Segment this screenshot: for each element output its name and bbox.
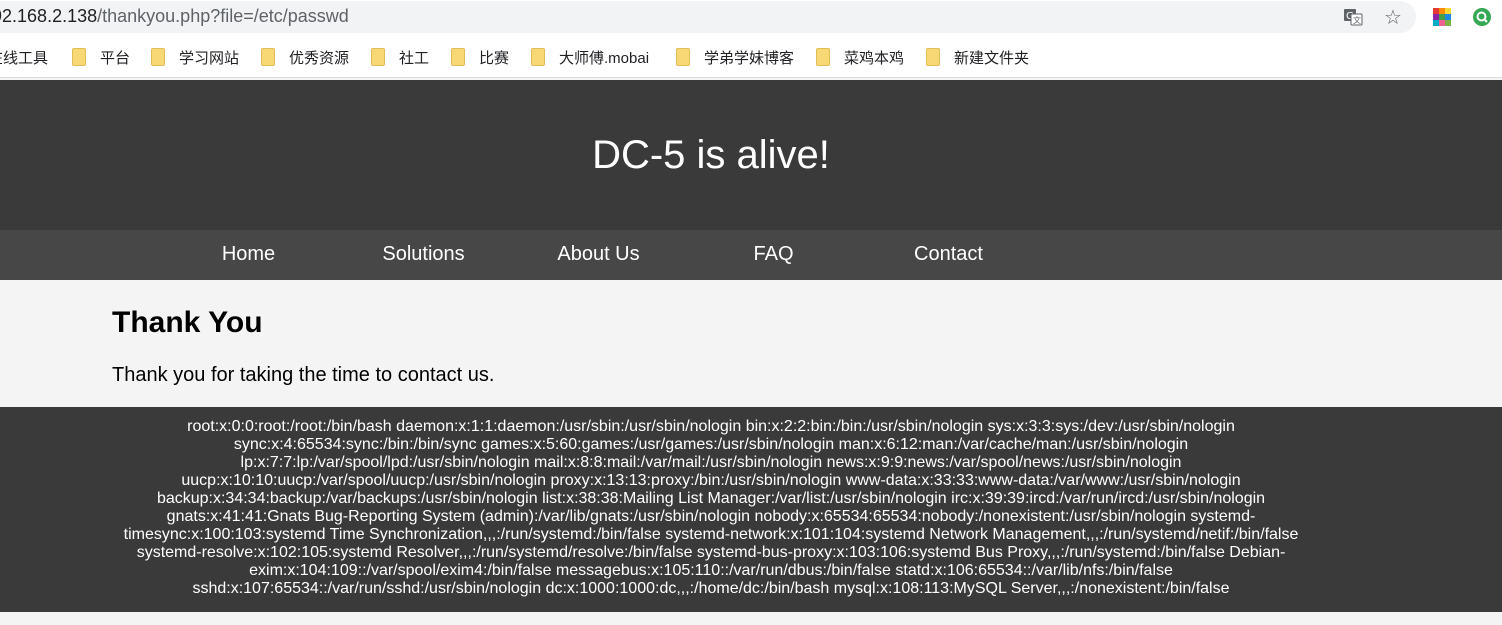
main-nav: Home Solutions About Us FAQ Contact bbox=[0, 230, 1502, 280]
page-heading: Thank You bbox=[112, 306, 263, 339]
nav-solutions[interactable]: Solutions bbox=[336, 243, 511, 266]
translate-icon[interactable]: G文 bbox=[1342, 6, 1364, 28]
star-icon[interactable]: ☆ bbox=[1382, 6, 1404, 29]
url-field[interactable]: 192.168.2.138/thankyou.php?file=/etc/pas… bbox=[0, 1, 1416, 33]
bookmark-label: 平台 bbox=[100, 49, 131, 67]
bookmark-item[interactable]: 新建文件夹 bbox=[926, 47, 1029, 67]
folder-icon bbox=[371, 48, 385, 66]
folder-icon bbox=[816, 48, 830, 66]
footer-line: timesync:x:100:103:systemd Time Synchron… bbox=[123, 526, 1299, 543]
folder-icon bbox=[151, 48, 165, 66]
footer-line: root:x:0:0:root:/root:/bin/bash daemon:x… bbox=[187, 418, 1235, 435]
footer-line: gnats:x:41:41:Gnats Bug-Reporting System… bbox=[166, 508, 1256, 525]
bookmark-item[interactable]: 学弟学妹博客 bbox=[676, 47, 794, 67]
folder-icon bbox=[451, 48, 465, 66]
site-header: DC-5 is alive! bbox=[0, 80, 1502, 230]
folder-icon bbox=[72, 48, 86, 66]
bookmark-item[interactable]: 大师傅.mobai bbox=[531, 47, 649, 67]
bookmark-item[interactable]: 学习网站 bbox=[151, 47, 239, 67]
bookmark-label: 大师傅.mobai bbox=[559, 49, 650, 67]
main-content: Thank You Thank you for taking the time … bbox=[0, 280, 1502, 407]
footer-line: systemd-resolve:x:102:105:systemd Resolv… bbox=[136, 544, 1286, 561]
bookmark-label: 菜鸡本鸡 bbox=[844, 49, 905, 67]
nav-about-us[interactable]: About Us bbox=[511, 243, 686, 266]
bookmark-item[interactable]: 优秀资源 bbox=[261, 47, 349, 67]
bookmark-label: 新建文件夹 bbox=[954, 49, 1030, 67]
svg-text:文: 文 bbox=[1353, 15, 1361, 25]
footer-line: exim:x:104:109::/var/spool/exim4:/bin/fa… bbox=[249, 562, 1173, 579]
folder-icon bbox=[926, 48, 940, 66]
bookmarks-bar: 在线工具 平台 学习网站 优秀资源 社工 比赛 大师傅.mobai 学弟学妹博客… bbox=[0, 34, 1502, 78]
bookmark-label: 比赛 bbox=[479, 49, 510, 67]
bookmark-label: 在线工具 bbox=[0, 49, 49, 67]
bookmark-label: 优秀资源 bbox=[289, 49, 350, 67]
bookmark-item[interactable]: 菜鸡本鸡 bbox=[816, 47, 904, 67]
folder-icon bbox=[676, 48, 690, 66]
footer-line: sync:x:4:65534:sync:/bin:/bin/sync games… bbox=[233, 436, 1189, 453]
thank-you-message: Thank you for taking the time to contact… bbox=[112, 364, 495, 386]
bookmark-item[interactable]: 平台 bbox=[72, 47, 130, 67]
url-host: 192.168.2.138 bbox=[0, 6, 98, 26]
bookmark-label: 社工 bbox=[399, 49, 430, 67]
bookmark-label: 学弟学妹博客 bbox=[704, 49, 795, 67]
url-path: /thankyou.php?file=/etc/passwd bbox=[97, 6, 349, 26]
address-bar: 192.168.2.138/thankyou.php?file=/etc/pas… bbox=[0, 0, 1502, 34]
folder-icon bbox=[531, 48, 545, 66]
footer: root:x:0:0:root:/root:/bin/bash daemon:x… bbox=[0, 407, 1502, 612]
url-text[interactable]: 192.168.2.138/thankyou.php?file=/etc/pas… bbox=[0, 6, 349, 27]
footer-text: root:x:0:0:root:/root:/bin/bash daemon:x… bbox=[110, 418, 1312, 598]
folder-icon bbox=[261, 48, 275, 66]
footer-line: sshd:x:107:65534::/var/run/sshd:/usr/sbi… bbox=[192, 580, 1230, 597]
extension-icon[interactable] bbox=[1471, 6, 1493, 28]
nav-contact[interactable]: Contact bbox=[861, 243, 1036, 266]
extension-icon[interactable] bbox=[1431, 6, 1453, 28]
footer-line: backup:x:34:34:backup:/var/backups:/usr/… bbox=[156, 490, 1266, 507]
footer-line: uucp:x:10:10:uucp:/var/spool/uucp:/usr/s… bbox=[181, 472, 1241, 489]
footer-line: lp:x:7:7:lp:/var/spool/lpd:/usr/sbin/nol… bbox=[240, 454, 1182, 471]
nav-home[interactable]: Home bbox=[161, 243, 336, 266]
bookmark-item[interactable]: 比赛 bbox=[451, 47, 509, 67]
bookmark-item[interactable]: 社工 bbox=[371, 47, 429, 67]
bookmark-label: 学习网站 bbox=[179, 49, 240, 67]
site-title: DC-5 is alive! bbox=[592, 133, 830, 177]
nav-faq[interactable]: FAQ bbox=[686, 243, 861, 266]
bookmark-item[interactable]: 在线工具 bbox=[0, 47, 48, 67]
